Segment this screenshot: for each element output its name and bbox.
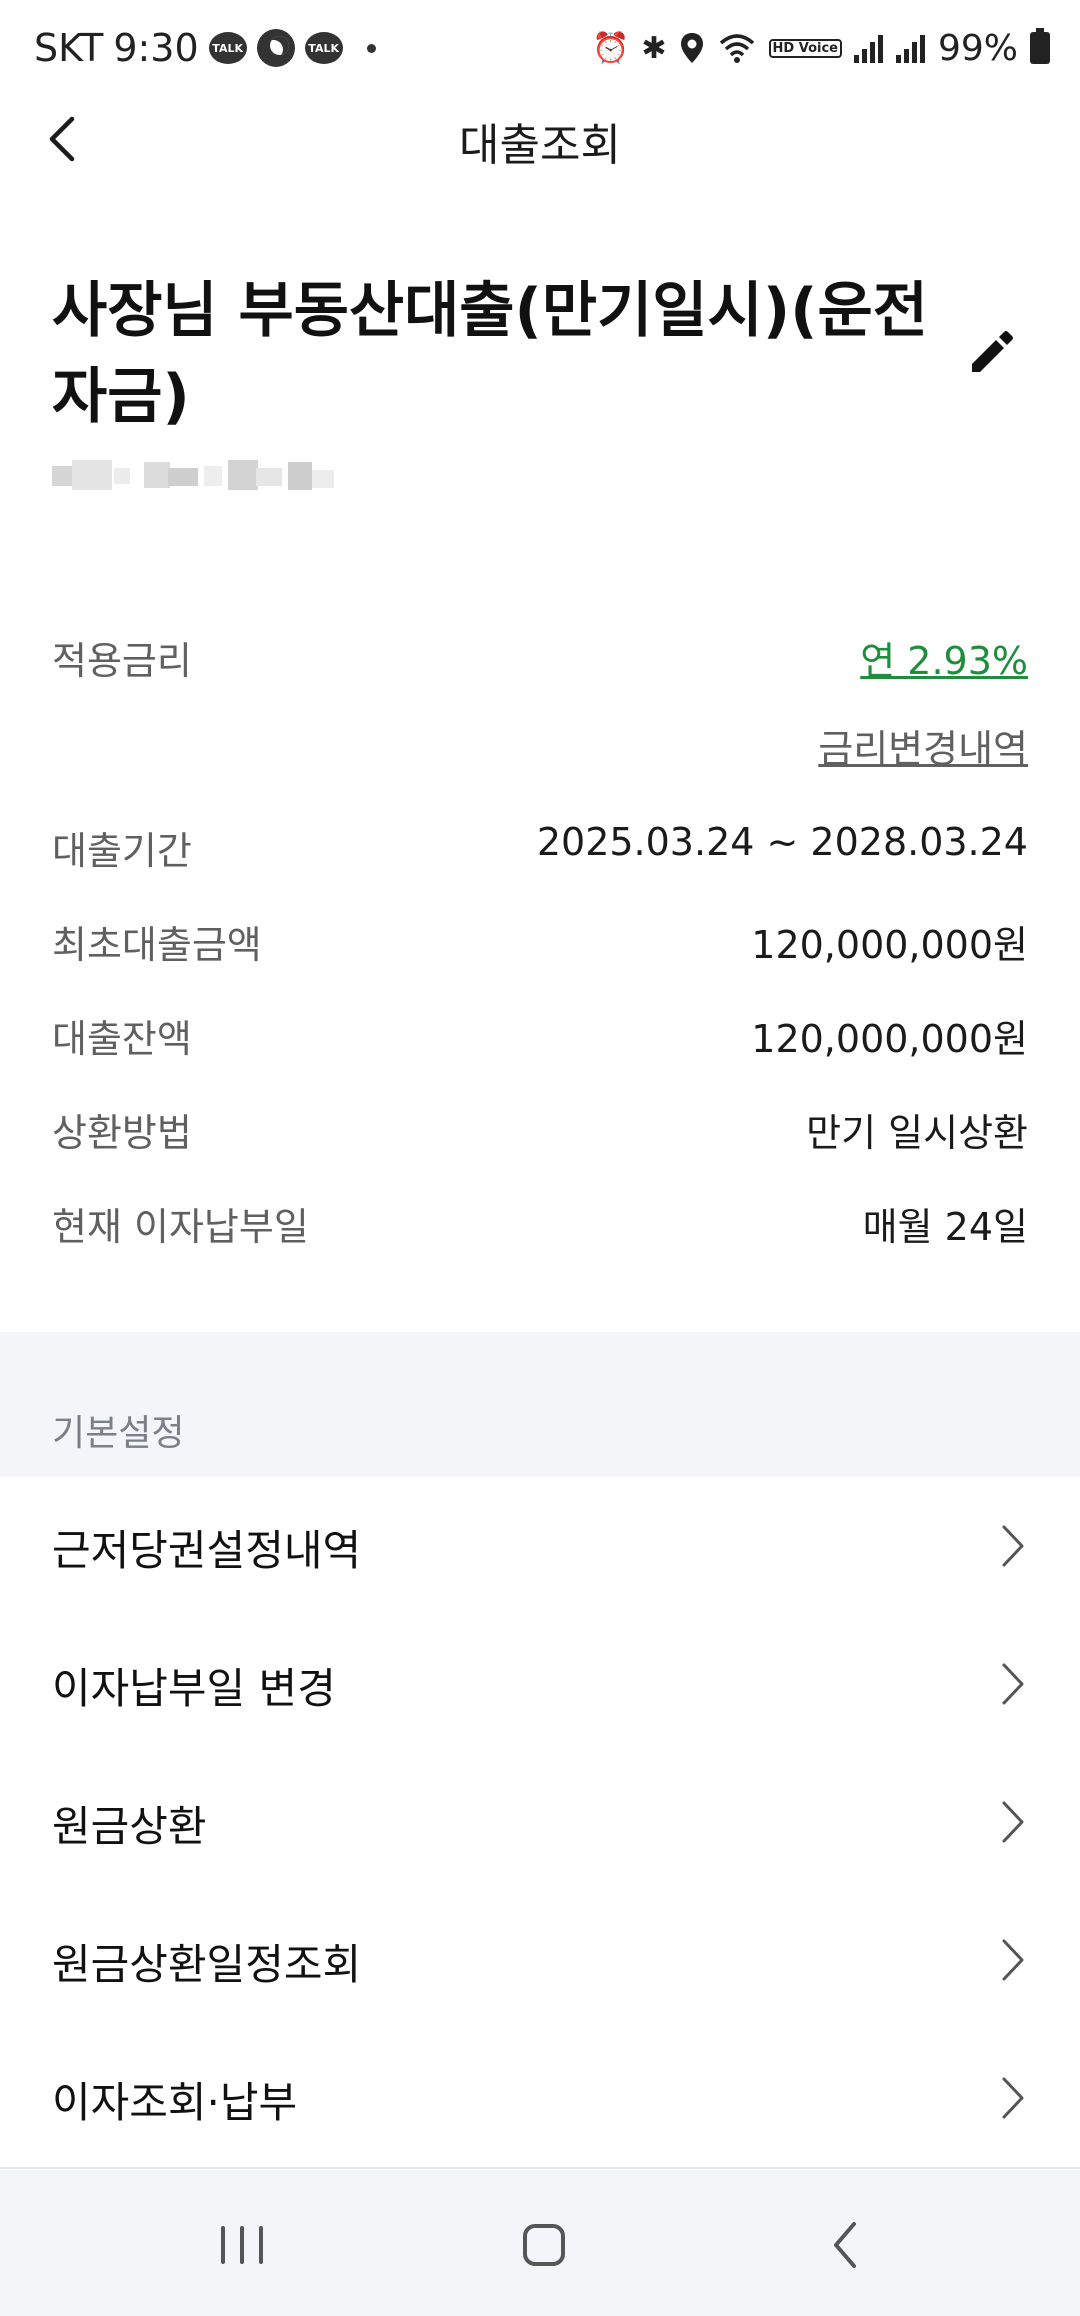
balance-label: 대출잔액	[52, 1017, 192, 1061]
period-row: 대출기간 2025.03.24 ~ 2028.03.24	[52, 812, 1028, 873]
status-bar: SKT 9:30 TALK TALK ⏰ ✱ HD Voice 99%	[0, 0, 1080, 95]
back-arrow-icon	[834, 2222, 856, 2268]
initial-amount-value: 120,000,000원	[751, 923, 1028, 967]
menu-item-label: 원금상환일정조회	[52, 1940, 362, 1989]
location-icon	[680, 33, 703, 63]
kakaotalk-notification-icon-2: TALK	[304, 32, 343, 64]
period-label: 대출기간	[52, 829, 192, 873]
home-button[interactable]	[499, 2210, 589, 2280]
repayment-value: 만기 일시상환	[806, 1111, 1028, 1155]
page-title: 대출조회	[459, 120, 621, 171]
menu-item-label: 이자납부일 변경	[52, 1664, 336, 1713]
repayment-row: 상환방법 만기 일시상환	[52, 1094, 1028, 1155]
initial-amount-label: 최초대출금액	[52, 923, 262, 967]
edit-nickname-button[interactable]	[962, 322, 1022, 382]
do-not-disturb-icon	[256, 29, 295, 67]
balance-value: 120,000,000원	[751, 1017, 1028, 1061]
clock: 9:30	[113, 26, 199, 70]
menu-item-principal-repayment[interactable]: 원금상환	[0, 1753, 1080, 1893]
system-navigation-bar	[0, 2170, 1080, 2316]
signal-strength-icon-2	[895, 33, 926, 63]
rate-history-link[interactable]: 금리변경내역	[818, 718, 1028, 773]
home-icon	[523, 2224, 565, 2266]
rate-row: 적용금리 연 2.93%	[52, 622, 1028, 685]
initial-amount-row: 최초대출금액 120,000,000원	[52, 906, 1028, 967]
alarm-icon: ⏰	[592, 30, 630, 66]
menu-item-repayment-schedule[interactable]: 원금상환일정조회	[0, 1891, 1080, 2031]
menu-item-interest-payment[interactable]: 이자조회·납부	[0, 2029, 1080, 2169]
menu-item-mortgage-history[interactable]: 근저당권설정내역	[0, 1477, 1080, 1617]
chevron-right-icon	[1002, 2077, 1024, 2119]
kakaotalk-notification-icon: TALK	[208, 32, 247, 64]
menu-item-label: 이자조회·납부	[52, 2078, 298, 2127]
pencil-icon	[972, 331, 1013, 372]
masked-account-number	[52, 460, 334, 490]
chevron-right-icon	[1002, 1525, 1024, 1567]
status-bar-right: ⏰ ✱ HD Voice 99%	[592, 22, 1050, 74]
menu-item-change-interest-day[interactable]: 이자납부일 변경	[0, 1615, 1080, 1755]
rate-label: 적용금리	[52, 639, 192, 683]
recent-apps-icon	[221, 2226, 263, 2264]
bluetooth-icon: ✱	[641, 30, 667, 66]
system-back-button[interactable]	[802, 2210, 892, 2280]
hd-voice-icon: HD Voice	[768, 38, 842, 58]
recent-apps-button[interactable]	[197, 2210, 287, 2280]
repayment-label: 상환방법	[52, 1111, 192, 1155]
balance-row: 대출잔액 120,000,000원	[52, 1000, 1028, 1061]
interest-day-label: 현재 이자납부일	[52, 1205, 309, 1249]
signal-strength-icon	[853, 33, 884, 63]
battery-icon	[1030, 28, 1050, 64]
status-bar-left: SKT 9:30 TALK TALK	[34, 22, 376, 74]
wifi-icon	[719, 34, 754, 63]
settings-section-header: 기본설정	[0, 1332, 1080, 1477]
menu-item-label: 원금상환	[52, 1802, 207, 1851]
loan-product-title: 사장님 부동산대출(만기일시)(운전자금)	[52, 276, 928, 432]
interest-day-row: 현재 이자납부일 매월 24일	[52, 1188, 1028, 1249]
battery-percent: 99%	[937, 27, 1018, 69]
app-header: 대출조회	[0, 95, 1080, 185]
period-value: 2025.03.24 ~ 2028.03.24	[536, 820, 1028, 864]
carrier: SKT	[34, 26, 104, 70]
chevron-right-icon	[1002, 1939, 1024, 1981]
section-title: 기본설정	[52, 1413, 185, 1454]
more-notifications-dot-icon	[366, 43, 376, 53]
chevron-right-icon	[1002, 1801, 1024, 1843]
interest-day-value: 매월 24일	[862, 1205, 1028, 1249]
chevron-right-icon	[1002, 1663, 1024, 1705]
menu-item-label: 근저당권설정내역	[52, 1526, 362, 1575]
rate-value-link[interactable]: 연 2.93%	[860, 630, 1028, 685]
